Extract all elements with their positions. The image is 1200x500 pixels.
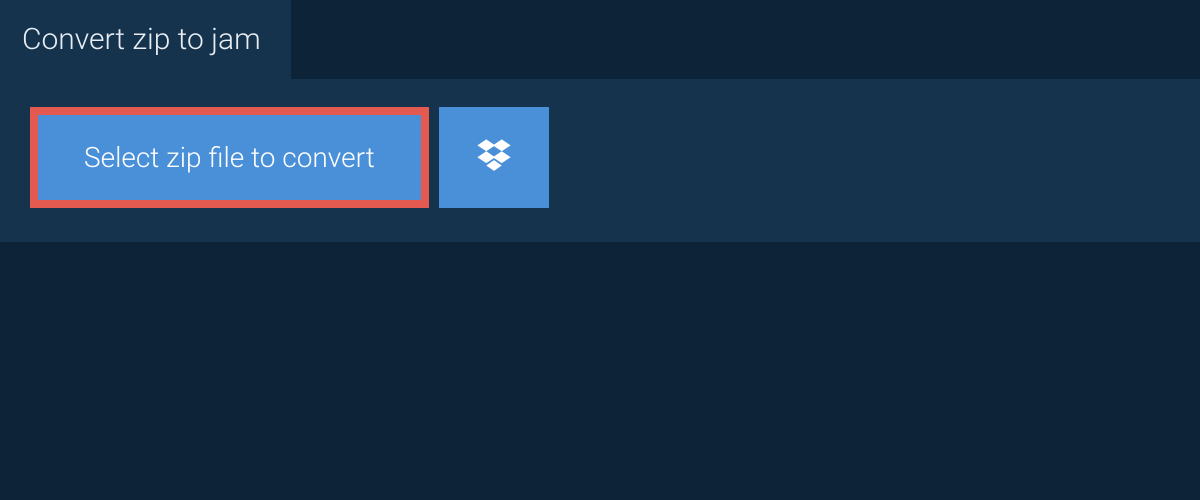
select-file-button[interactable]: Select zip file to convert — [30, 107, 429, 208]
page-title: Convert zip to jam — [22, 22, 261, 57]
page-title-tab: Convert zip to jam — [0, 0, 291, 79]
dropbox-button[interactable] — [439, 107, 549, 208]
upload-panel: Select zip file to convert — [0, 79, 1200, 242]
dropbox-icon — [475, 137, 513, 179]
select-file-label: Select zip file to convert — [84, 141, 375, 174]
